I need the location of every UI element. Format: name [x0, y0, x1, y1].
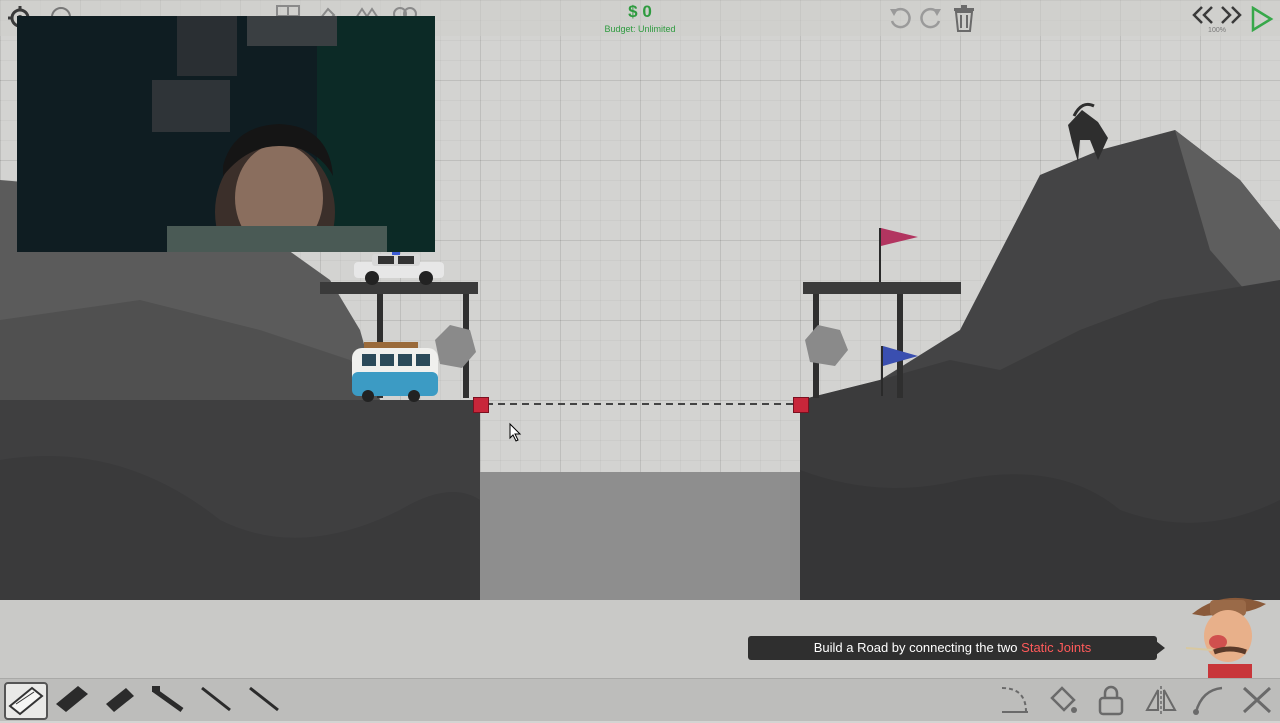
tutorial-hint-bubble: Build a Road by connecting the two Stati… — [748, 636, 1157, 660]
left-platform — [320, 282, 478, 294]
webcam-overlay — [17, 16, 435, 252]
camper-van — [352, 342, 438, 402]
redo-icon[interactable] — [918, 5, 944, 31]
undo-icon[interactable] — [887, 5, 913, 31]
static-joint-left[interactable] — [473, 397, 489, 413]
rewind-icon[interactable] — [1192, 5, 1214, 25]
paint-bucket-icon[interactable] — [1046, 684, 1080, 716]
right-platform-leg — [897, 294, 903, 398]
trash-icon[interactable] — [952, 4, 976, 32]
mouse-cursor — [509, 422, 522, 442]
right-platform — [803, 282, 961, 294]
budget-amount: $ 0 — [628, 2, 652, 21]
gap-lower-area — [480, 472, 800, 600]
hint-pointer — [1156, 641, 1165, 655]
wood-material-icon[interactable] — [100, 682, 140, 716]
cable-material-icon[interactable] — [244, 682, 284, 716]
finish-flag — [881, 228, 918, 246]
curve-tool-icon[interactable] — [998, 684, 1032, 716]
right-boulder — [805, 325, 848, 366]
mascot-character — [1185, 597, 1266, 678]
steel-material-icon[interactable] — [148, 682, 188, 716]
budget-label: Budget: Unlimited — [604, 24, 676, 34]
hint-accent-text: Static Joints — [1021, 640, 1092, 655]
close-icon[interactable] — [1240, 684, 1274, 716]
simulation-speed-label: 100% — [1208, 27, 1226, 34]
left-boulder — [435, 325, 476, 368]
rope-material-icon[interactable] — [196, 682, 236, 716]
curve-icon[interactable] — [1192, 684, 1226, 716]
fast-forward-icon[interactable] — [1220, 5, 1242, 25]
play-icon[interactable] — [1250, 6, 1274, 32]
hint-text: Build a Road by connecting the two — [813, 640, 1022, 655]
reinforced-road-material-icon[interactable] — [52, 682, 92, 716]
police-car — [354, 251, 444, 285]
mirror-icon[interactable] — [1144, 684, 1178, 716]
lock-icon[interactable] — [1096, 684, 1126, 716]
road-material-icon[interactable] — [4, 682, 48, 720]
static-joint-right[interactable] — [793, 397, 809, 413]
bottom-toolbar — [0, 678, 1280, 721]
webcam-feed — [17, 16, 435, 252]
